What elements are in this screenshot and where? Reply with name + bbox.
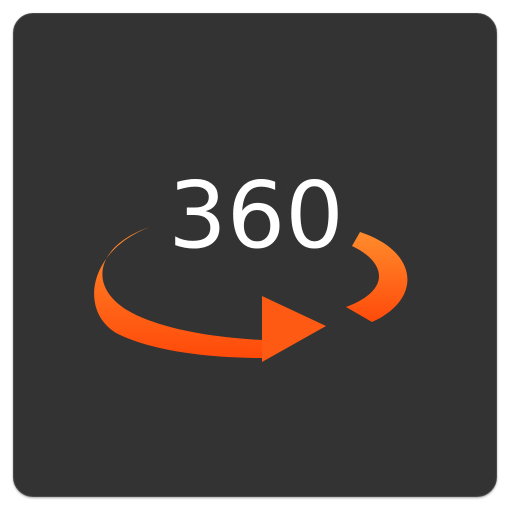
orbit-arrowhead xyxy=(262,296,326,362)
orbit-right-arc xyxy=(346,232,408,322)
rotation-label: 360 xyxy=(168,162,344,269)
rotate-360-icon: 360 xyxy=(94,157,408,362)
